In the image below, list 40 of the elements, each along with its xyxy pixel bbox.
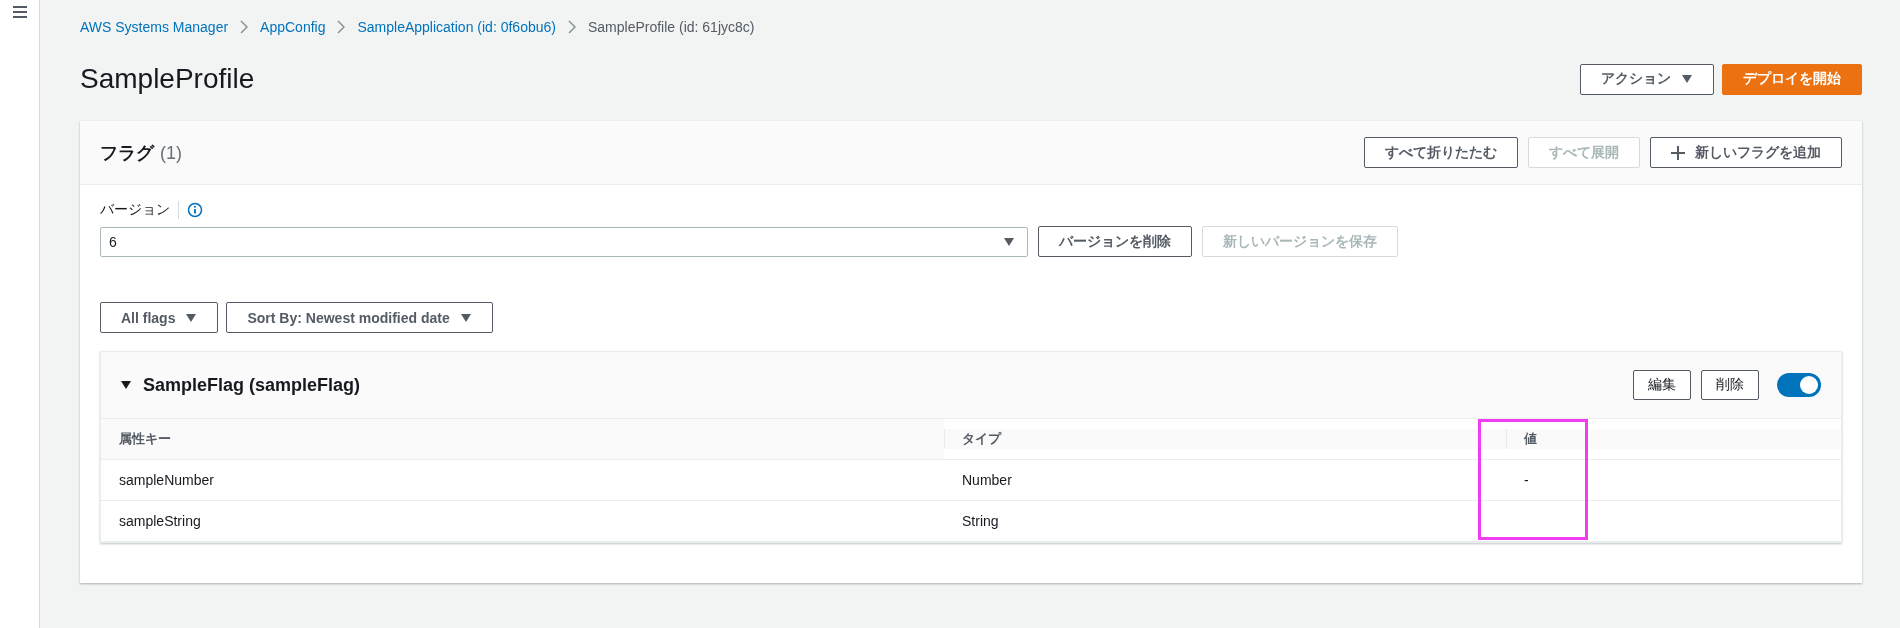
table-cell: sampleString	[119, 513, 201, 529]
panel-button[interactable]: 新しいフラグを追加	[1650, 137, 1842, 168]
chevron-icon	[240, 20, 249, 34]
filter-dropdown[interactable]: Sort By: Newest modified date	[226, 302, 493, 333]
column-header: 値	[1524, 430, 1537, 448]
version-button: 新しいバージョンを保存	[1202, 226, 1398, 257]
column-header: タイプ	[962, 430, 1001, 448]
flag-name: SampleFlag (sampleFlag)	[143, 374, 361, 396]
menu-icon	[12, 6, 27, 18]
table-cell: sampleNumber	[119, 472, 214, 488]
table-cell: Number	[962, 472, 1012, 488]
enabled-toggle[interactable]	[1777, 373, 1821, 397]
caret-icon	[1681, 74, 1693, 84]
plus-icon	[1671, 145, 1685, 160]
flag-button[interactable]: 削除	[1701, 370, 1759, 400]
caret-icon	[459, 312, 472, 323]
version-button[interactable]: バージョンを削除	[1038, 226, 1192, 257]
chevron-icon	[337, 20, 346, 34]
column-header: 属性キー	[119, 430, 171, 448]
flag-count: (1)	[160, 142, 182, 164]
panel-title: フラグ	[100, 141, 154, 165]
version-select[interactable]: 6	[100, 226, 1028, 257]
page-title: SampleProfile	[80, 63, 255, 95]
chevron-icon	[567, 20, 576, 34]
breadcrumb-link[interactable]: AppConfig	[260, 19, 326, 35]
expanded-caret-icon[interactable]	[121, 380, 131, 390]
table-cell: -	[1524, 472, 1529, 488]
info-icon	[187, 202, 203, 218]
breadcrumb-link[interactable]: SampleApplication (id: 0f6obu6)	[357, 19, 556, 35]
table-cell: String	[962, 513, 999, 529]
caret-icon	[1003, 236, 1015, 247]
flag-button[interactable]: 編集	[1633, 370, 1691, 400]
panel-button[interactable]: すべて折りたたむ	[1364, 137, 1518, 168]
panel-button: すべて展開	[1528, 137, 1640, 168]
filter-dropdown[interactable]: All flags	[100, 302, 219, 333]
breadcrumb-current: SampleProfile (id: 61jyc8c)	[587, 19, 755, 35]
actions-dropdown[interactable]: アクション	[1580, 63, 1714, 95]
caret-icon	[185, 312, 198, 323]
breadcrumb-link[interactable]: AWS Systems Manager	[80, 19, 229, 35]
field-label: バージョン	[100, 201, 179, 219]
